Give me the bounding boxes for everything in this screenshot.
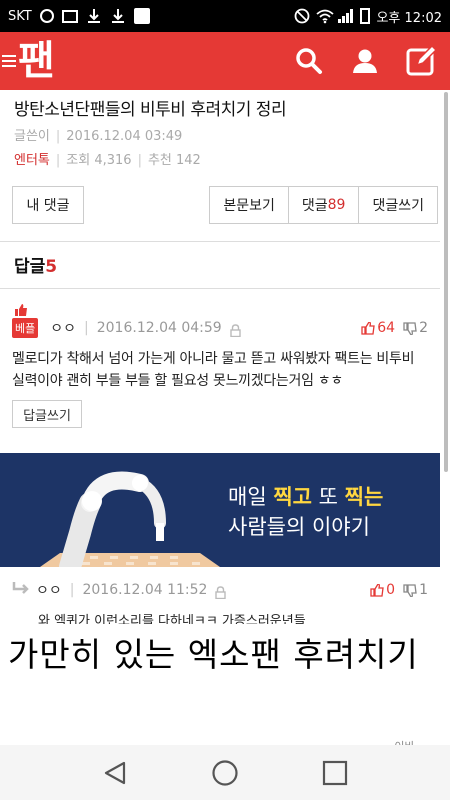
back-icon[interactable]: [100, 758, 130, 788]
report-icon[interactable]: [215, 584, 227, 599]
scrollbar[interactable]: [444, 92, 448, 472]
replies-header: 답글5: [14, 252, 57, 277]
app-header: 팬: [0, 32, 450, 90]
replies-label: 답글: [14, 257, 46, 277]
thumbs-down-icon: [403, 321, 417, 335]
write-reply-button[interactable]: 답글쓰기: [12, 400, 82, 428]
comments-label: 댓글: [301, 198, 328, 214]
comments-button[interactable]: 댓글 89: [289, 187, 360, 223]
ad-banner[interactable]: 매일 찍고 또 찍는 사람들의 이야기: [0, 453, 440, 567]
article-date: 2016.12.04 03:49: [66, 129, 183, 144]
report-icon[interactable]: [230, 322, 241, 337]
divider: [0, 288, 440, 289]
thumbs-down-icon: [403, 583, 417, 597]
thumbs-up-icon: [370, 583, 384, 597]
comment-user: ㅇㅇ: [36, 583, 62, 599]
replies-count: 5: [45, 257, 58, 277]
reply-comment: ㅇㅇ | 2016.12.04 11:52 0 1 와 엑퀴가 이런소리를 다하…: [0, 578, 440, 629]
my-comments-button[interactable]: 내 댓글: [12, 186, 84, 224]
reply-arrow-icon: [12, 581, 30, 600]
dislike-button[interactable]: 1: [403, 582, 428, 598]
comment-button-row: 내 댓글 본문보기 댓글 89 댓글쓰기: [12, 186, 438, 224]
like-button[interactable]: 0: [370, 582, 395, 598]
robot-arm-image: [40, 471, 220, 567]
comment-date: 2016.12.04 11:52: [82, 582, 208, 598]
dislike-count: 2: [419, 320, 428, 336]
comment-body: 멜로디가 착해서 넘어 가는게 아니라 물고 뜯고 싸워봤자 팩트는 비투비 실…: [12, 351, 415, 389]
best-badge-label: 베플: [15, 322, 36, 335]
recent-apps-icon[interactable]: [320, 758, 350, 788]
menu-icon[interactable]: [2, 53, 16, 69]
thumbs-up-icon: [361, 321, 375, 335]
like-count: 64: [377, 320, 396, 336]
image-notification-icon: [61, 9, 78, 23]
comments-count: 89: [327, 197, 346, 213]
pann-logo[interactable]: 팬: [18, 41, 55, 81]
banner-headline: 매일 찍고 또 찍는: [228, 485, 384, 509]
carrier-label: SKT: [8, 8, 32, 24]
pann-app-icon: [133, 8, 150, 24]
article-meta-1: 글쓴이 | 2016.12.04 03:49: [14, 129, 183, 144]
best-badge: 베플: [12, 304, 39, 338]
view-count: 조회 4,316: [66, 153, 132, 168]
article-header: 방탄소년단팬들의 비투비 후려치기 정리 글쓴이 | 2016.12.04 03:4…: [0, 90, 440, 168]
dislike-button[interactable]: 2: [403, 320, 428, 336]
notification-circle-icon: [39, 9, 54, 23]
search-icon[interactable]: [292, 44, 326, 78]
battery-icon: [360, 8, 371, 24]
divider: [0, 241, 440, 242]
comment-date: 2016.12.04 04:59: [96, 320, 222, 336]
dislike-count: 1: [419, 582, 428, 598]
do-not-disturb-icon: [294, 8, 310, 24]
author-label: 글쓴이: [14, 129, 50, 144]
comment-button-group: 본문보기 댓글 89 댓글쓰기: [209, 186, 438, 224]
category-link[interactable]: 엔터톡: [14, 153, 50, 168]
like-count: 0: [386, 582, 396, 598]
comment-user: ㅇㅇ: [50, 321, 77, 337]
write-icon[interactable]: [404, 44, 438, 78]
view-body-button[interactable]: 본문보기: [210, 187, 289, 223]
download-icon: [86, 8, 102, 24]
user-icon[interactable]: [348, 44, 382, 78]
overlay-caption: 가만히 있는 엑소팬 후려치기: [8, 635, 419, 674]
write-comment-button[interactable]: 댓글쓰기: [359, 187, 437, 223]
like-button[interactable]: 64: [361, 320, 395, 336]
recommend-count: 추천 142: [147, 153, 201, 168]
signal-icon: [338, 9, 354, 23]
wifi-icon: [316, 8, 335, 24]
download-icon: [110, 8, 126, 24]
article-title: 방탄소년단팬들의 비투비 후려치기 정리: [14, 100, 287, 120]
banner-subline: 사람들의 이야기: [228, 515, 370, 539]
status-bar: SKT 오후 12:02: [0, 0, 450, 32]
article-meta-2: 엔터톡 | 조회 4,316 | 추천 142: [14, 153, 201, 168]
thumbs-up-icon: [15, 304, 27, 316]
home-icon[interactable]: [210, 758, 240, 788]
best-comment: 베플 ㅇㅇ | 2016.12.04 04:59 64 2 멜로디가 착해서 넘…: [0, 304, 440, 428]
system-nav-bar: [0, 745, 450, 800]
clock: 오후 12:02: [376, 10, 442, 26]
